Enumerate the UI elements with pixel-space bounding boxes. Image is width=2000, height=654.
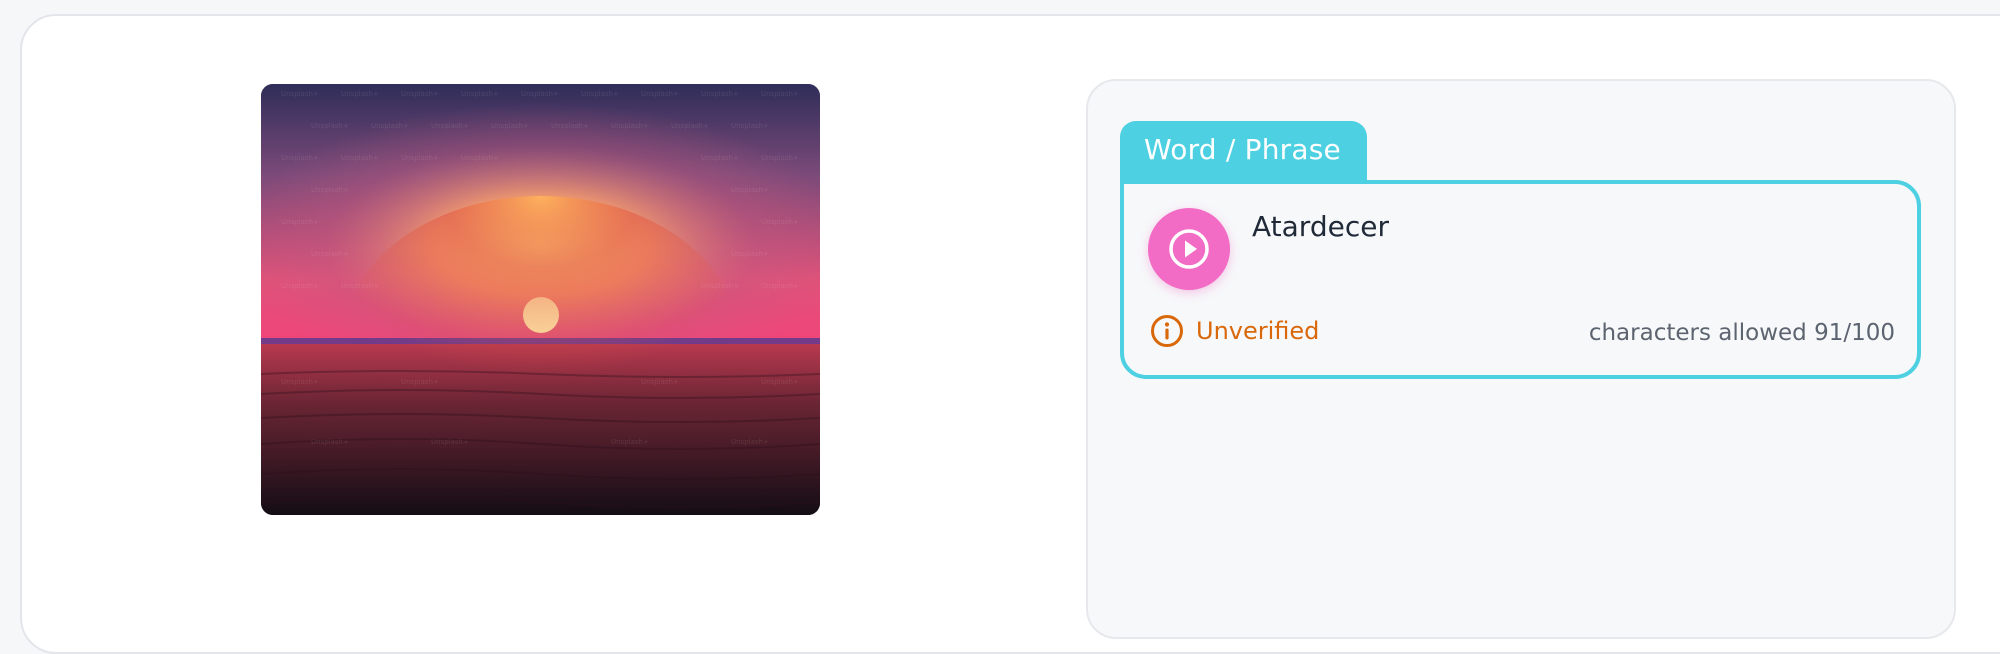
svg-text:Unsplash+: Unsplash+ bbox=[611, 122, 649, 130]
svg-text:Unsplash+: Unsplash+ bbox=[431, 438, 469, 446]
svg-text:Unsplash+: Unsplash+ bbox=[281, 90, 319, 98]
svg-text:Unsplash+: Unsplash+ bbox=[551, 122, 589, 130]
svg-text:Unsplash+: Unsplash+ bbox=[731, 438, 769, 446]
svg-text:Unsplash+: Unsplash+ bbox=[521, 90, 559, 98]
svg-text:Unsplash+: Unsplash+ bbox=[401, 90, 439, 98]
svg-text:Unsplash+: Unsplash+ bbox=[401, 154, 439, 162]
play-audio-button[interactable] bbox=[1148, 208, 1230, 290]
svg-text:Unsplash+: Unsplash+ bbox=[581, 90, 619, 98]
svg-text:Unsplash+: Unsplash+ bbox=[731, 250, 769, 258]
verification-status: Unverified bbox=[1150, 314, 1319, 348]
svg-text:Unsplash+: Unsplash+ bbox=[281, 218, 319, 226]
word-phrase-tab-label: Word / Phrase bbox=[1144, 133, 1341, 166]
svg-text:Unsplash+: Unsplash+ bbox=[281, 282, 319, 290]
sunset-image: Unsplash+ Unsplash+ Unsplash+ Unsplash+ … bbox=[261, 84, 820, 515]
svg-text:Unsplash+: Unsplash+ bbox=[641, 378, 679, 386]
svg-text:Unsplash+: Unsplash+ bbox=[461, 90, 499, 98]
svg-text:Unsplash+: Unsplash+ bbox=[761, 218, 799, 226]
svg-text:Unsplash+: Unsplash+ bbox=[731, 122, 769, 130]
word-phrase-tab: Word / Phrase bbox=[1120, 121, 1367, 185]
svg-text:Unsplash+: Unsplash+ bbox=[761, 90, 799, 98]
svg-text:Unsplash+: Unsplash+ bbox=[281, 154, 319, 162]
svg-text:Unsplash+: Unsplash+ bbox=[311, 250, 349, 258]
svg-text:Unsplash+: Unsplash+ bbox=[641, 90, 679, 98]
svg-text:Unsplash+: Unsplash+ bbox=[431, 122, 469, 130]
svg-text:Unsplash+: Unsplash+ bbox=[761, 154, 799, 162]
svg-text:Unsplash+: Unsplash+ bbox=[671, 122, 709, 130]
svg-text:Unsplash+: Unsplash+ bbox=[311, 438, 349, 446]
svg-text:Unsplash+: Unsplash+ bbox=[611, 438, 649, 446]
svg-text:Unsplash+: Unsplash+ bbox=[761, 378, 799, 386]
sunset-illustration: Unsplash+ Unsplash+ Unsplash+ Unsplash+ … bbox=[261, 84, 820, 515]
svg-text:Unsplash+: Unsplash+ bbox=[701, 154, 739, 162]
svg-text:Unsplash+: Unsplash+ bbox=[701, 90, 739, 98]
svg-text:Unsplash+: Unsplash+ bbox=[341, 282, 379, 290]
svg-text:Unsplash+: Unsplash+ bbox=[461, 154, 499, 162]
svg-text:Unsplash+: Unsplash+ bbox=[401, 378, 439, 386]
word-text: Atardecer bbox=[1252, 210, 1389, 243]
info-circle-icon bbox=[1151, 315, 1183, 347]
character-count: characters allowed 91/100 bbox=[1588, 320, 1895, 346]
word-card: Atardecer Unverified characters allowed … bbox=[1120, 180, 1921, 379]
svg-text:Unsplash+: Unsplash+ bbox=[311, 186, 349, 194]
svg-text:Unsplash+: Unsplash+ bbox=[341, 90, 379, 98]
svg-text:Unsplash+: Unsplash+ bbox=[281, 378, 319, 386]
svg-text:Unsplash+: Unsplash+ bbox=[311, 122, 349, 130]
svg-text:Unsplash+: Unsplash+ bbox=[491, 122, 529, 130]
play-circle-icon bbox=[1169, 229, 1209, 269]
svg-text:Unsplash+: Unsplash+ bbox=[341, 154, 379, 162]
svg-text:Unsplash+: Unsplash+ bbox=[701, 282, 739, 290]
svg-text:Unsplash+: Unsplash+ bbox=[371, 122, 409, 130]
svg-text:Unsplash+: Unsplash+ bbox=[761, 282, 799, 290]
status-label: Unverified bbox=[1196, 317, 1320, 345]
svg-text:Unsplash+: Unsplash+ bbox=[731, 186, 769, 194]
